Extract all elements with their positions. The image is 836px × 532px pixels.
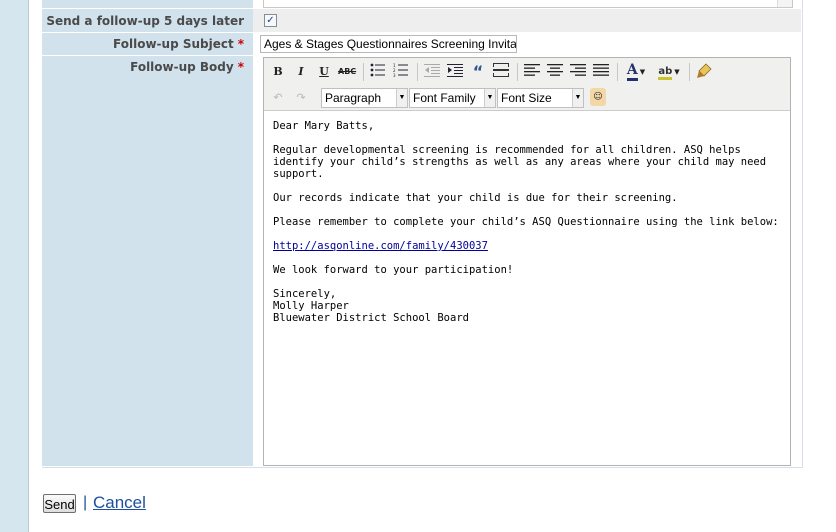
body-label: Follow-up Body [130,60,234,74]
font-size-select[interactable]: Font Size ▼ [497,88,584,108]
rich-text-editor: B I U ABC 123 “ A ▼ ab ▼ ↶ ↷ Paragraph ▼… [263,57,791,466]
editor-toolbar: B I U ABC 123 “ A ▼ ab ▼ ↶ ↷ Paragraph ▼… [264,58,790,111]
highlight-color-icon[interactable]: ab ▼ [655,62,683,80]
cleanup-icon[interactable] [695,63,713,81]
align-center-icon[interactable] [546,63,564,81]
send-button[interactable]: Send [43,494,76,513]
toolbar-separator [363,63,364,81]
editor-body[interactable]: Dear Mary Batts, Regular developmental s… [273,120,783,324]
sender-organization: Bluewater District School Board [273,312,469,324]
subject-input[interactable]: Ages & Stages Questionnaires Screening I… [260,35,517,53]
required-marker: * [237,60,244,74]
questionnaire-link[interactable]: http://asqonline.com/family/430037 [273,240,488,252]
format-select-value: Paragraph [325,91,382,105]
body-paragraph: Please remember to complete your child’s… [273,216,779,228]
left-sidebar-strip [0,0,29,532]
row-divider [42,32,253,33]
bold-button[interactable]: B [269,63,287,81]
chevron-down-icon: ▼ [674,68,680,76]
followup-checkbox-label: Send a follow-up 5 days later [46,14,244,28]
body-paragraph: Our records indicate that your child is … [273,192,678,204]
cancel-link[interactable]: Cancel [93,493,146,513]
strikethrough-button[interactable]: ABC [338,63,356,81]
emoticon-icon[interactable]: ☺ [590,88,606,106]
numbered-list-icon[interactable]: 123 [392,63,410,81]
chevron-down-icon: ▼ [572,89,583,107]
font-family-select[interactable]: Font Family ▼ [409,88,496,108]
svg-text:3: 3 [393,73,396,77]
outdent-icon[interactable] [423,63,441,81]
previous-field[interactable] [263,0,793,8]
scrollbar[interactable] [777,0,792,7]
toolbar-separator [517,63,518,81]
link-paragraph: http://asqonline.com/family/430037 [273,240,783,252]
sender-name: Molly Harper [273,300,349,312]
font-color-glyph: A [626,62,638,81]
redo-icon[interactable]: ↷ [292,89,310,107]
font-family-select-value: Font Family [413,91,476,105]
toolbar-separator [417,63,418,81]
align-right-icon[interactable] [569,63,587,81]
italic-button[interactable]: I [292,63,310,81]
body-label-cell: Follow-up Body * [42,60,244,74]
followup-checkbox[interactable]: ✓ [264,14,277,27]
chevron-down-icon: ▼ [396,89,407,107]
body-paragraph: We look forward to your participation! [273,264,514,276]
horizontal-rule-icon[interactable] [492,63,510,81]
chevron-down-icon: ▼ [484,89,495,107]
closing: Sincerely, [273,288,337,300]
align-left-icon[interactable] [523,63,541,81]
row-divider [42,55,253,56]
toolbar-separator [617,63,618,81]
toolbar-separator [689,63,690,81]
bullet-list-icon[interactable] [369,63,387,81]
subject-label-cell: Follow-up Subject * [42,37,244,51]
justify-icon[interactable] [592,63,610,81]
undo-icon[interactable]: ↶ [269,89,287,107]
body-paragraph: Regular developmental screening is recom… [273,144,767,180]
subject-label: Follow-up Subject [113,37,234,51]
underline-button[interactable]: U [315,63,333,81]
chevron-down-icon: ▼ [639,68,646,76]
highlight-glyph: ab [658,66,673,80]
action-separator: | [83,494,88,511]
row-divider [42,8,253,9]
indent-icon[interactable] [446,63,464,81]
format-select[interactable]: Paragraph ▼ [321,88,408,108]
required-marker: * [237,37,244,51]
followup-checkbox-row [253,9,801,32]
font-color-icon[interactable]: A ▼ [623,62,649,81]
font-size-select-value: Font Size [501,91,552,105]
blockquote-icon[interactable]: “ [469,63,487,81]
greeting: Dear Mary Batts, [273,120,375,132]
